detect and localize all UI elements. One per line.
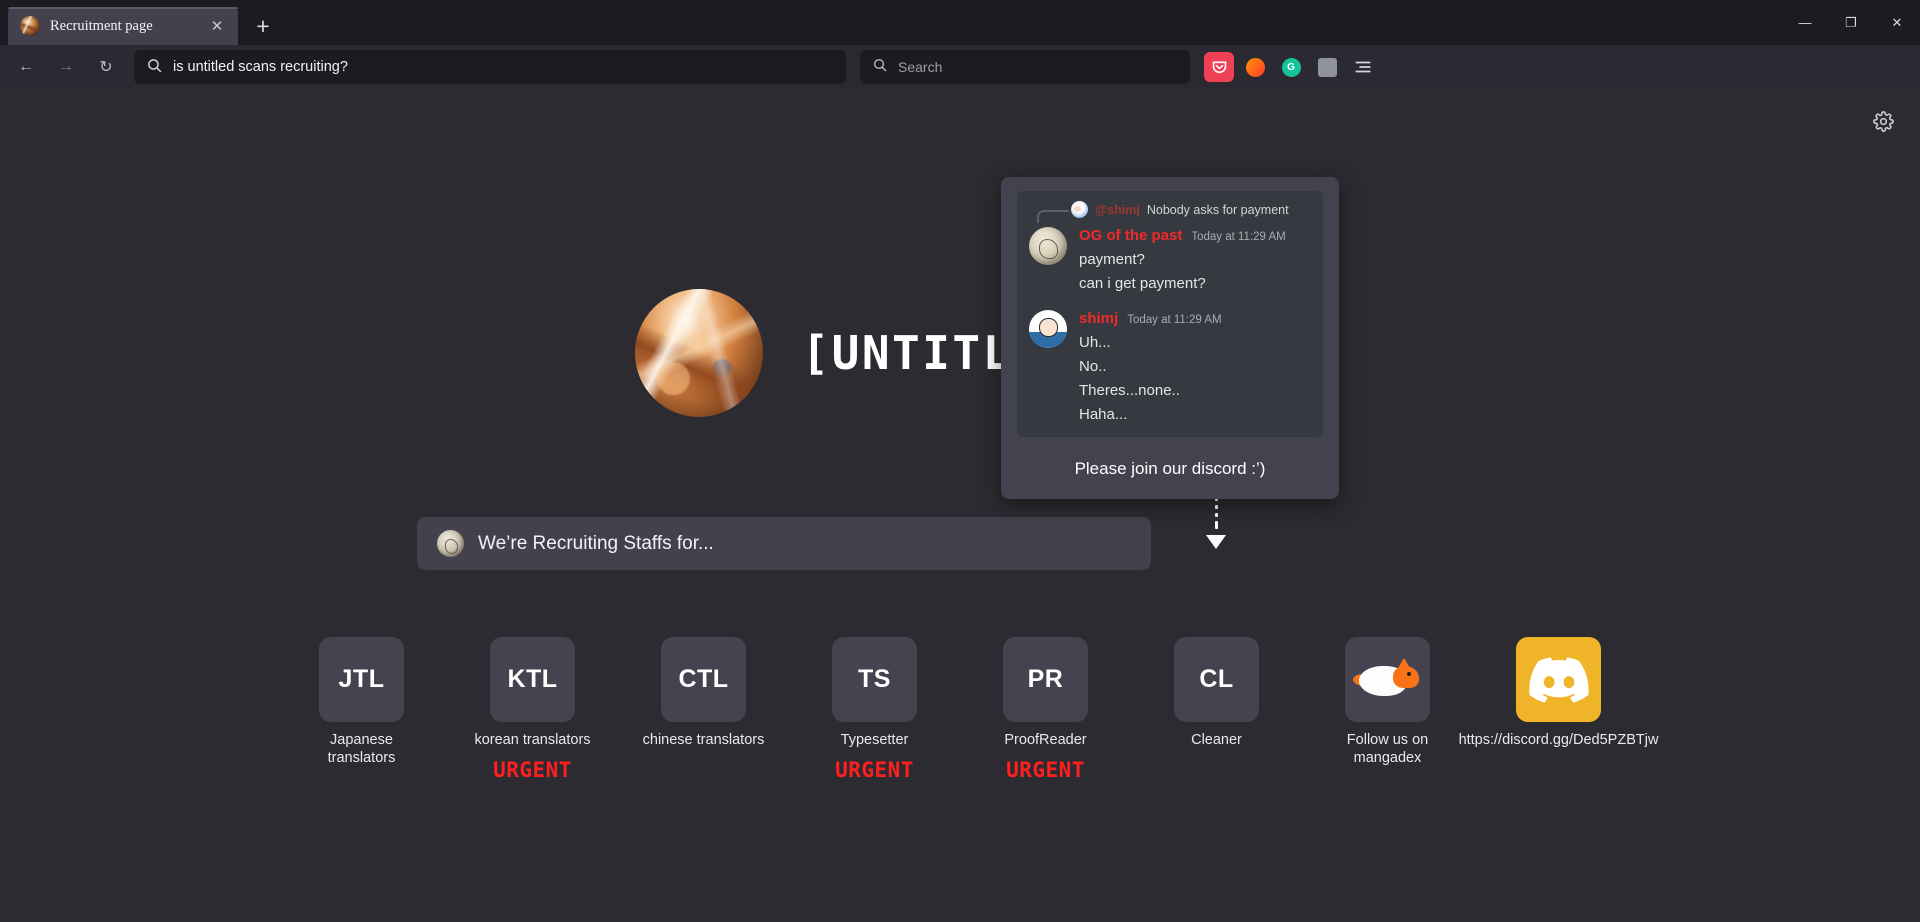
message-username: OG of the past xyxy=(1079,227,1183,244)
role-label[interactable]: https://discord.gg/Ded5PZBTjw xyxy=(1459,732,1659,750)
chat-message: OG of the past Today at 11:29 AM payment… xyxy=(1029,227,1311,292)
address-bar-text: is untitled scans recruiting? xyxy=(173,59,348,75)
reply-avatar xyxy=(1071,201,1088,218)
extension-puzzle-icon[interactable] xyxy=(1312,52,1342,82)
firefox-account-icon[interactable] xyxy=(1240,52,1270,82)
message-line: payment? xyxy=(1079,251,1145,268)
discord-icon[interactable] xyxy=(1516,637,1601,722)
role-label: korean translators xyxy=(474,732,591,748)
role-label: ProofReader xyxy=(1004,732,1087,748)
hero-header: [UNTITLED] SCANS xyxy=(0,289,1920,417)
role-item-ktl[interactable]: KTL korean translators URGENT xyxy=(469,637,596,782)
back-button[interactable]: ← xyxy=(8,51,44,83)
search-bar[interactable]: Search xyxy=(860,50,1190,84)
popup-footer-text: Please join our discord :’) xyxy=(1074,459,1266,478)
forward-button[interactable]: → xyxy=(48,51,84,83)
close-window-button[interactable]: ✕ xyxy=(1874,0,1920,45)
urgent-badge: URGENT xyxy=(493,757,572,782)
tab-recruitment-page[interactable]: Recruitment page ✕ xyxy=(8,7,238,45)
role-tile-code[interactable]: CL xyxy=(1174,637,1259,722)
tab-strip: Recruitment page ✕ + xyxy=(0,7,280,45)
role-item-jtl[interactable]: JTL Japanese translators xyxy=(298,637,425,767)
grammarly-icon[interactable]: G xyxy=(1276,52,1306,82)
reply-text: Nobody asks for payment xyxy=(1146,202,1289,217)
down-arrow-icon xyxy=(1198,497,1234,559)
mangadex-fox-icon[interactable] xyxy=(1345,637,1430,722)
pocket-icon[interactable] xyxy=(1204,52,1234,82)
role-tile-code[interactable]: TS xyxy=(832,637,917,722)
recruiting-banner: We’re Recruiting Staffs for... xyxy=(417,517,1151,570)
message-line: can i get payment? xyxy=(1079,275,1206,292)
search-icon xyxy=(146,57,163,78)
extension-icons: G xyxy=(1204,52,1378,82)
title-bar: Recruitment page ✕ + — ❐ ✕ xyxy=(0,0,1920,45)
role-tile-code[interactable]: PR xyxy=(1003,637,1088,722)
tab-favicon-icon xyxy=(20,16,40,36)
new-tab-button[interactable]: + xyxy=(246,9,280,43)
address-bar[interactable]: is untitled scans recruiting? xyxy=(134,50,846,84)
message-username: shimj xyxy=(1079,310,1119,327)
role-label: chinese translators xyxy=(642,732,765,748)
role-item-mangadex[interactable]: Follow us on mangadex xyxy=(1324,637,1451,767)
search-icon xyxy=(872,57,888,77)
reload-button[interactable]: ↻ xyxy=(88,51,124,83)
navigation-toolbar: ← → ↻ is untitled scans recruiting? Sear… xyxy=(0,45,1920,89)
role-tiles: JTL Japanese translators KTL korean tran… xyxy=(0,637,1920,782)
role-label: Typesetter xyxy=(840,732,909,748)
role-tile-code[interactable]: KTL xyxy=(490,637,575,722)
role-label: Japanese translators xyxy=(327,732,396,766)
browser-window: Recruitment page ✕ + — ❐ ✕ ← → ↻ is unti… xyxy=(0,0,1920,922)
role-item-ctl[interactable]: CTL chinese translators xyxy=(640,637,767,750)
maximize-button[interactable]: ❐ xyxy=(1828,0,1874,45)
discord-screenshot-popup: @shimj Nobody asks for payment OG of the… xyxy=(1001,177,1339,499)
role-item-discord[interactable]: https://discord.gg/Ded5PZBTjw xyxy=(1459,637,1658,750)
role-item-cl[interactable]: CL Cleaner xyxy=(1153,637,1280,750)
close-tab-icon[interactable]: ✕ xyxy=(206,15,228,37)
chat-message: shimj Today at 11:29 AM Uh... No.. There… xyxy=(1029,310,1311,423)
message-line: Uh... xyxy=(1079,334,1111,351)
role-item-pr[interactable]: PR ProofReader URGENT xyxy=(982,637,1109,782)
message-timestamp: Today at 11:29 AM xyxy=(1191,231,1286,243)
message-line: Haha... xyxy=(1079,406,1128,423)
message-avatar xyxy=(1029,227,1067,265)
urgent-badge: URGENT xyxy=(835,757,914,782)
role-label: Cleaner xyxy=(1191,732,1242,748)
urgent-badge: URGENT xyxy=(1006,757,1085,782)
search-placeholder: Search xyxy=(898,59,943,75)
gear-icon[interactable] xyxy=(1873,111,1894,138)
role-tile-code[interactable]: CTL xyxy=(661,637,746,722)
site-logo-avatar xyxy=(635,289,764,417)
window-controls: — ❐ ✕ xyxy=(1782,0,1920,45)
banner-avatar xyxy=(437,530,464,557)
role-label: Follow us on mangadex xyxy=(1346,732,1429,766)
message-line: No.. xyxy=(1079,358,1107,375)
reply-reference[interactable]: @shimj Nobody asks for payment xyxy=(1037,201,1311,223)
tab-title: Recruitment page xyxy=(50,17,153,34)
role-tile-code[interactable]: JTL xyxy=(319,637,404,722)
message-line: Theres...none.. xyxy=(1079,382,1180,399)
app-menu-button[interactable] xyxy=(1348,52,1378,82)
message-avatar xyxy=(1029,310,1067,348)
reply-username: @shimj xyxy=(1095,202,1140,217)
discord-chat-block: @shimj Nobody asks for payment OG of the… xyxy=(1017,191,1323,437)
role-item-ts[interactable]: TS Typesetter URGENT xyxy=(811,637,938,782)
page-content: [UNTITLED] SCANS We’re Recruiting Staffs… xyxy=(0,89,1920,922)
minimize-button[interactable]: — xyxy=(1782,0,1828,45)
message-timestamp: Today at 11:29 AM xyxy=(1127,314,1222,326)
banner-text: We’re Recruiting Staffs for... xyxy=(478,532,714,554)
